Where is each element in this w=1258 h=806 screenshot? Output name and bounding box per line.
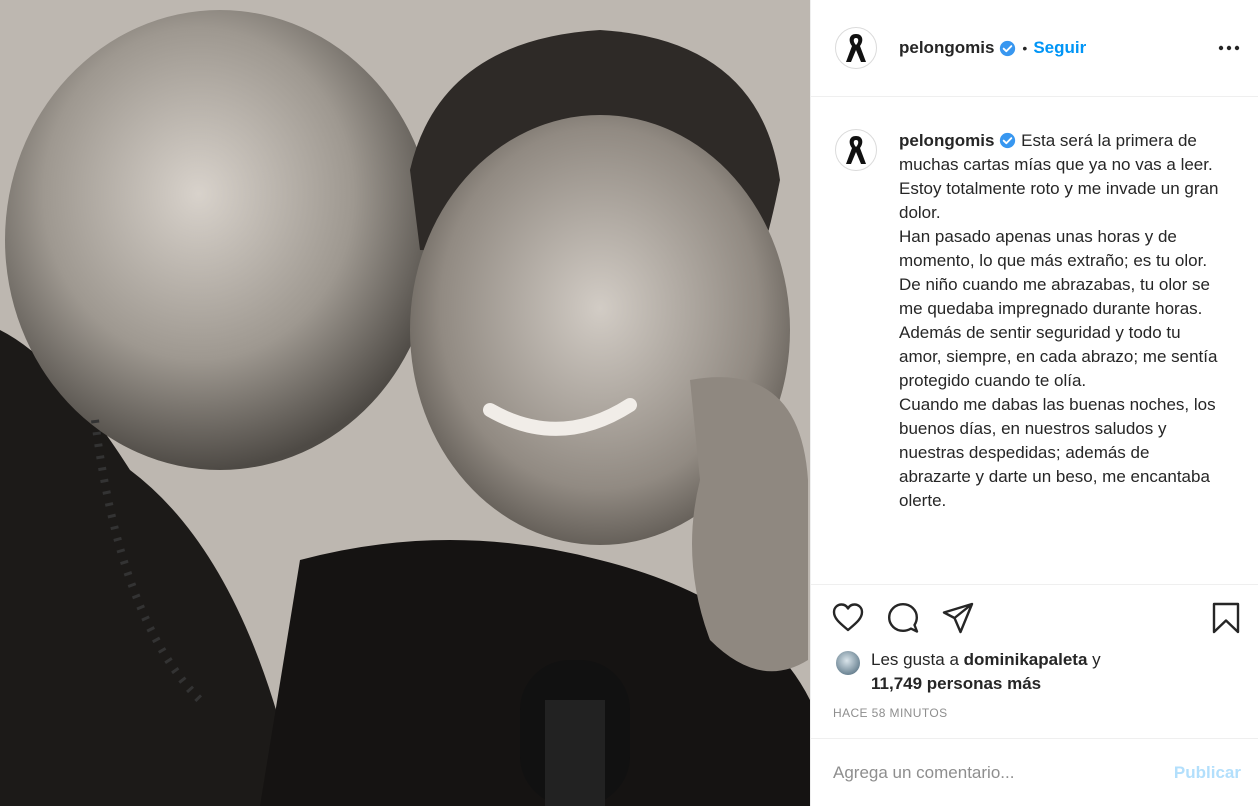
likes-summary: Les gusta a dominikapaleta y 11,749 pers… [835,648,1235,696]
likes-prefix: Les gusta a [871,650,959,669]
post-timestamp[interactable]: HACE 58 MINUTOS [833,706,947,720]
share-icon[interactable] [941,601,975,635]
profile-avatar[interactable] [835,27,877,69]
mourning-ribbon-icon [846,34,866,62]
post-details-panel: pelongomis • Seguir pelongomis Esta será… [810,0,1258,806]
publish-button[interactable]: Publicar [1174,763,1241,783]
more-options-icon[interactable] [1217,38,1241,58]
likes-count[interactable]: 11,749 personas más [871,674,1041,693]
caption-section: pelongomis Esta será la primera de mucha… [811,97,1258,584]
verified-badge-icon [1000,40,1016,56]
verified-badge-icon [1000,132,1016,149]
post-image[interactable] [0,0,810,806]
comment-icon[interactable] [886,601,920,635]
comment-input[interactable] [833,762,1174,783]
post-header: pelongomis • Seguir [811,0,1258,97]
caption-body: Esta será la primera de muchas cartas mí… [899,131,1219,510]
action-bar [811,584,1258,650]
liker-avatar[interactable] [835,650,861,676]
post-photo-illustration [0,0,810,806]
liker-username[interactable]: dominikapaleta [964,650,1088,669]
header-username[interactable]: pelongomis [899,38,994,58]
caption-username[interactable]: pelongomis [899,131,994,150]
follow-button[interactable]: Seguir [1033,38,1086,58]
comment-bar: Publicar [811,738,1258,806]
caption-text-block: pelongomis Esta será la primera de mucha… [899,129,1219,513]
bookmark-icon[interactable] [1209,601,1243,635]
mourning-ribbon-icon [846,136,866,164]
likes-connector: y [1092,650,1101,669]
separator-dot: • [1022,40,1028,56]
caption-avatar[interactable] [835,129,877,171]
heart-icon[interactable] [831,601,865,635]
